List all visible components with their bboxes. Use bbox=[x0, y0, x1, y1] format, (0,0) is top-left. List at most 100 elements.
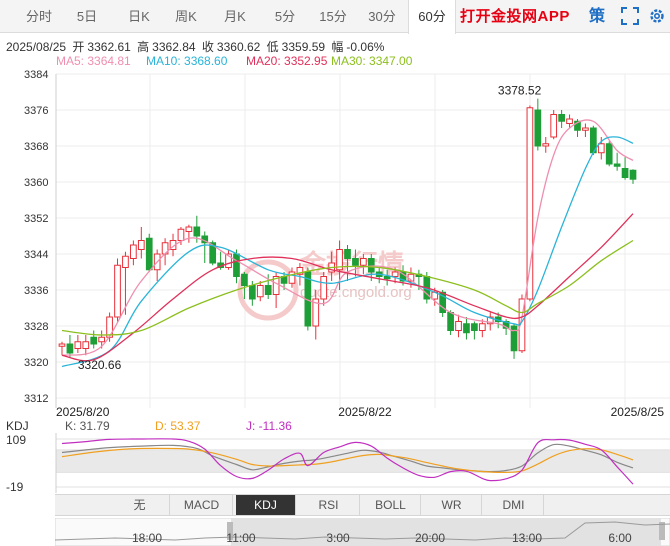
navigator-time-label: 13:00 bbox=[512, 531, 542, 545]
indicator-tab-wr[interactable]: WR bbox=[422, 495, 482, 515]
tab-5min[interactable]: 5分 bbox=[262, 0, 308, 33]
tab-5day[interactable]: 5日 bbox=[64, 0, 110, 33]
high-label: 高 bbox=[137, 40, 150, 54]
tab-daily-k[interactable]: 日K bbox=[116, 0, 162, 33]
indicator-tab-dmi[interactable]: DMI bbox=[484, 495, 544, 515]
candle-down bbox=[510, 325, 518, 352]
kdj-legend: KDJ K: 31.79 D: 53.37 J: -11.36 bbox=[0, 419, 670, 433]
candle-down bbox=[447, 312, 454, 331]
y-tick-label: 3312 bbox=[24, 393, 48, 405]
open-label: 开 bbox=[72, 40, 85, 54]
candle-down bbox=[558, 114, 565, 122]
min-price-label: 3320.66 bbox=[78, 358, 122, 372]
candle-down bbox=[90, 336, 98, 345]
indicator-tab-none[interactable]: 无 bbox=[110, 495, 170, 515]
kdj-d-value: D: 53.37 bbox=[155, 419, 201, 433]
candle-up bbox=[582, 127, 589, 131]
y-tick-label: 3376 bbox=[24, 105, 48, 117]
x-axis-label: 2025/8/22 bbox=[338, 405, 392, 418]
candle-up bbox=[106, 316, 113, 338]
quote-info-row: 2025/08/25 开 3362.61 高 3362.84 收 3360.62 低3… bbox=[6, 38, 387, 55]
quote-date: 2025/08/25 bbox=[6, 40, 67, 54]
indicator-tab-macd[interactable]: MACD bbox=[171, 495, 233, 515]
y-tick-label: 3328 bbox=[24, 321, 48, 333]
kdj-band bbox=[56, 449, 670, 473]
high-value: 3362.84 bbox=[152, 40, 196, 54]
candle-down bbox=[629, 169, 637, 180]
close-value: 3360.62 bbox=[216, 40, 261, 54]
kdj-j-value: J: -11.36 bbox=[246, 419, 292, 433]
candle-up bbox=[137, 240, 145, 250]
candle-up bbox=[74, 341, 82, 349]
candle-down bbox=[145, 237, 153, 271]
candle-down bbox=[621, 168, 629, 178]
ma5-label: MA5: 3364.81 bbox=[56, 54, 131, 68]
candle-up bbox=[256, 285, 264, 298]
ma20-label: MA20: 3352.95 bbox=[246, 54, 328, 68]
candle-down bbox=[613, 163, 621, 167]
tab-30min[interactable]: 30分 bbox=[359, 0, 405, 33]
indicator-tab-bar: 无 MACD KDJ RSI BOLL WR DMI bbox=[55, 494, 670, 516]
candle-up bbox=[455, 321, 462, 331]
y-tick-label: 3336 bbox=[24, 285, 48, 297]
kdj-k-value: K: 31.79 bbox=[65, 419, 110, 433]
candle-up bbox=[478, 323, 486, 331]
candle-up bbox=[391, 271, 399, 277]
range-navigator[interactable]: 18:00 11:00 3:00 20:00 13:00 6:00 bbox=[55, 518, 670, 546]
candle-down bbox=[264, 285, 272, 295]
strategy-button[interactable]: 策 bbox=[589, 0, 605, 33]
candle-up bbox=[185, 226, 193, 232]
candle-up bbox=[98, 336, 106, 343]
candle-down bbox=[534, 109, 542, 147]
ma5-line bbox=[61, 119, 634, 356]
candle-down bbox=[352, 258, 359, 266]
navigator-time-label: 6:00 bbox=[608, 531, 632, 545]
ma30-label: MA30: 3347.00 bbox=[331, 54, 413, 68]
navigator-time-label: 20:00 bbox=[415, 531, 445, 545]
kdj-ymin-label: -19 bbox=[6, 480, 24, 493]
x-axis-label: 2025/8/25 bbox=[611, 405, 665, 418]
gear-icon[interactable] bbox=[648, 6, 666, 26]
low-label: 低 bbox=[266, 40, 279, 54]
low-value: 3359.59 bbox=[281, 40, 326, 54]
candle-down bbox=[66, 343, 74, 354]
y-tick-label: 3384 bbox=[24, 69, 48, 81]
candle-up bbox=[130, 244, 137, 259]
watermark-title: 金投行情 bbox=[299, 249, 404, 279]
candle-up bbox=[360, 258, 367, 266]
max-price-label: 3378.52 bbox=[498, 84, 542, 98]
tab-monthly-k[interactable]: 月K bbox=[212, 0, 258, 33]
candle-down bbox=[367, 258, 375, 273]
y-tick-label: 3320 bbox=[24, 357, 48, 369]
candle-up bbox=[550, 114, 558, 138]
ma10-label: MA10: 3368.60 bbox=[146, 54, 228, 68]
candle-up bbox=[542, 143, 550, 147]
tab-fenshi[interactable]: 分时 bbox=[14, 0, 64, 33]
change-label: 幅 bbox=[331, 40, 344, 54]
ma-legend: MA5: 3364.81 MA10: 3368.60 MA20: 3352.95… bbox=[0, 54, 670, 68]
fullscreen-icon[interactable] bbox=[620, 6, 640, 26]
candle-up bbox=[566, 118, 573, 124]
candle-down bbox=[241, 273, 248, 286]
tab-weekly-k[interactable]: 周K bbox=[163, 0, 209, 33]
candle-up bbox=[597, 143, 605, 154]
candle-down bbox=[605, 143, 613, 165]
candle-down bbox=[233, 253, 240, 277]
indicator-tab-boll[interactable]: BOLL bbox=[361, 495, 421, 515]
tab-60min[interactable]: 60分 bbox=[408, 0, 456, 34]
candlestick-chart[interactable]: 金投行情 quote.cngold.org 3384 3376 3368 3360 33… bbox=[0, 68, 670, 418]
navigator-time-label: 11:00 bbox=[226, 531, 255, 545]
tab-15min[interactable]: 15分 bbox=[310, 0, 356, 33]
navigator-time-label: 3:00 bbox=[326, 531, 350, 545]
y-tick-label: 3368 bbox=[24, 141, 48, 153]
kdj-chart: 109 -19 bbox=[6, 433, 670, 493]
candle-down bbox=[248, 285, 256, 300]
indicator-tab-rsi[interactable]: RSI bbox=[298, 495, 360, 515]
candle-up bbox=[177, 228, 185, 241]
candle-down bbox=[344, 249, 351, 259]
indicator-tab-kdj[interactable]: KDJ bbox=[236, 495, 296, 515]
open-app-link[interactable]: 打开金投网APP bbox=[460, 0, 570, 33]
watermark-url: quote.cngold.org bbox=[300, 284, 412, 301]
y-tick-label: 3352 bbox=[24, 213, 48, 225]
candle-up bbox=[114, 264, 121, 318]
